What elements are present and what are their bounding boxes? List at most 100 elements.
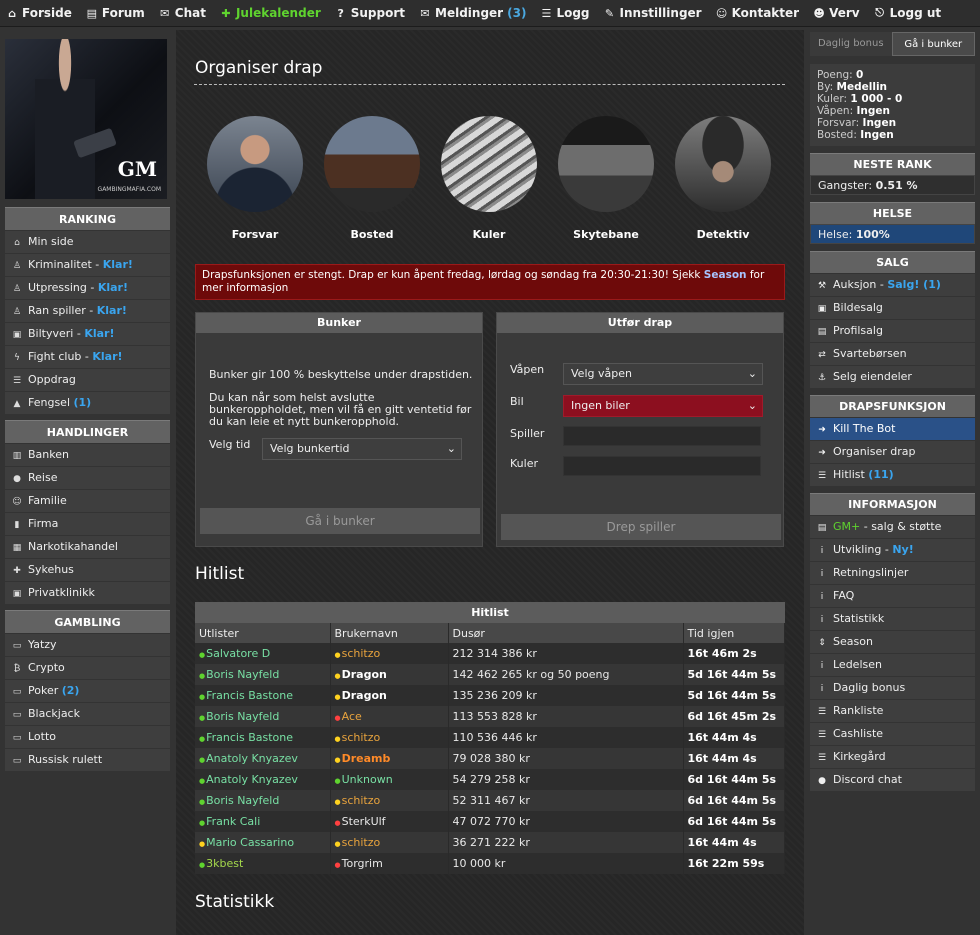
- menu-item-reise[interactable]: ● Reise: [5, 467, 170, 489]
- utlister-link[interactable]: Anatoly Knyazev: [206, 773, 298, 786]
- menu-item-kill-the-bot[interactable]: ➜ Kill The Bot: [810, 418, 975, 440]
- nav-innstillinger[interactable]: ✎ Innstillinger: [604, 6, 702, 20]
- brukernavn-link[interactable]: schitzo: [342, 794, 381, 807]
- utlister-link[interactable]: Frank Cali: [206, 815, 260, 828]
- menu-item-utvikling[interactable]: i Utvikling - Ny!: [810, 539, 975, 561]
- menu-item-crypto[interactable]: ₿ Crypto: [5, 657, 170, 679]
- season-link[interactable]: Season: [704, 269, 747, 281]
- circle-skytebane[interactable]: Skytebane: [558, 116, 654, 241]
- brukernavn-link[interactable]: Unknown: [342, 773, 393, 786]
- brukernavn-link[interactable]: schitzo: [342, 647, 381, 660]
- menu-item-firma[interactable]: ▮ Firma: [5, 513, 170, 535]
- utlister-link[interactable]: Francis Bastone: [206, 689, 293, 702]
- nav-support[interactable]: ? Support: [335, 6, 405, 20]
- menu-item-blackjack[interactable]: ▭ Blackjack: [5, 703, 170, 725]
- menu-item-selg-eiendeler[interactable]: ⚓ Selg eiendeler: [810, 366, 975, 388]
- brukernavn-link[interactable]: Dragon: [342, 689, 387, 702]
- circle-bosted[interactable]: Bosted: [324, 116, 420, 241]
- nav-logg[interactable]: ☰ Logg: [540, 6, 590, 20]
- menu-item-kriminalitet[interactable]: ♙ Kriminalitet - Klar!: [5, 254, 170, 276]
- utlister-link[interactable]: Anatoly Knyazev: [206, 752, 298, 765]
- go-bunker-tab[interactable]: Gå i bunker: [891, 32, 975, 56]
- col-utlister: Utlister: [195, 623, 331, 643]
- closed-alert: Drapsfunksjonen er stengt. Drap er kun å…: [195, 264, 785, 300]
- go-bunker-button[interactable]: Gå i bunker: [200, 508, 480, 534]
- alert-text: Drapsfunksjonen er stengt. Drap er kun å…: [202, 269, 704, 281]
- menu-item-utpressing[interactable]: ♙ Utpressing - Klar!: [5, 277, 170, 299]
- stat-line: Kuler: 1 000 - 0: [817, 93, 968, 105]
- menu-item-kirkegård[interactable]: ☰ Kirkegård: [810, 746, 975, 768]
- menu-item-oppdrag[interactable]: ☰ Oppdrag: [5, 369, 170, 391]
- game-logo[interactable]: GM GAMBINGMAFIA.COM: [5, 39, 167, 199]
- menu-item-svartebørsen[interactable]: ⇄ Svartebørsen: [810, 343, 975, 365]
- brukernavn-link[interactable]: SterkUlf: [342, 815, 386, 828]
- circle-forsvar[interactable]: Forsvar: [207, 116, 303, 241]
- menu-item-ledelsen[interactable]: i Ledelsen: [810, 654, 975, 676]
- cell-utlister: ●Frank Cali: [195, 811, 331, 832]
- bullets-input[interactable]: [563, 456, 761, 476]
- player-input[interactable]: [563, 426, 761, 446]
- bunker-time-select[interactable]: Velg bunkertid ⌄: [262, 438, 462, 460]
- menu-item-biltyveri[interactable]: ▣ Biltyveri - Klar!: [5, 323, 170, 345]
- nav-kontakter[interactable]: ☺ Kontakter: [716, 6, 799, 20]
- menu-item-organiser-drap[interactable]: ➜ Organiser drap: [810, 441, 975, 463]
- brukernavn-link[interactable]: Ace: [342, 710, 362, 723]
- menu-item-narkotikahandel[interactable]: ▦ Narkotikahandel: [5, 536, 170, 558]
- menu-item-min-side[interactable]: ⌂ Min side: [5, 231, 170, 253]
- menu-item-profilsalg[interactable]: ▤ Profilsalg: [810, 320, 975, 342]
- menu-item-season[interactable]: ⇕ Season: [810, 631, 975, 653]
- nav-logg-ut[interactable]: ⎋ Logg ut: [874, 6, 941, 20]
- menu-item-bildesalg[interactable]: ▣ Bildesalg: [810, 297, 975, 319]
- kill-player-button[interactable]: Drep spiller: [501, 514, 781, 540]
- menu-item-banken[interactable]: ▥ Banken: [5, 444, 170, 466]
- utlister-link[interactable]: Boris Nayfeld: [206, 794, 279, 807]
- menu-item-rankliste[interactable]: ☰ Rankliste: [810, 700, 975, 722]
- menu-item-gm[interactable]: ▤ GM+ - salg & støtte: [810, 516, 975, 538]
- menu-item-hitlist[interactable]: ☰ Hitlist (11): [810, 464, 975, 486]
- utlister-link[interactable]: 3kbest: [206, 857, 243, 870]
- nav-forside[interactable]: ⌂ Forside: [6, 6, 72, 20]
- cell-utlister: ●Anatoly Knyazev: [195, 748, 331, 769]
- menu-item-ran-spiller[interactable]: ♙ Ran spiller - Klar!: [5, 300, 170, 322]
- brukernavn-link[interactable]: schitzo: [342, 731, 381, 744]
- brukernavn-link[interactable]: Dragon: [342, 668, 387, 681]
- menu-item-discord-chat[interactable]: ● Discord chat: [810, 769, 975, 791]
- brukernavn-link[interactable]: Dreamb: [342, 752, 391, 765]
- menu-item-faq[interactable]: i FAQ: [810, 585, 975, 607]
- menu-item-auksjon[interactable]: ⚒ Auksjon - Salg! (1): [810, 274, 975, 296]
- utlister-link[interactable]: Salvatore D: [206, 647, 270, 660]
- menu-item-daglig-bonus[interactable]: i Daglig bonus: [810, 677, 975, 699]
- car-select[interactable]: Ingen biler ⌄: [563, 395, 763, 417]
- menu-item-status: Klar!: [96, 304, 127, 317]
- nav-verv[interactable]: ☻ Verv: [813, 6, 859, 20]
- menu-item-fengsel[interactable]: ▲ Fengsel (1): [5, 392, 170, 414]
- weapon-select[interactable]: Velg våpen ⌄: [563, 363, 763, 385]
- circle-detektiv[interactable]: Detektiv: [675, 116, 771, 241]
- menu-item-label: Banken: [28, 448, 69, 461]
- nav-julekalender[interactable]: ✚ Julekalender: [220, 6, 321, 20]
- brukernavn-link[interactable]: schitzo: [342, 836, 381, 849]
- menu-item-poker[interactable]: ▭ Poker (2): [5, 680, 170, 702]
- nav-forum[interactable]: ▤ Forum: [86, 6, 145, 20]
- menu-item-yatzy[interactable]: ▭ Yatzy: [5, 634, 170, 656]
- menu-item-privatklinikk[interactable]: ▣ Privatklinikk: [5, 582, 170, 604]
- menu-item-statistikk[interactable]: i Statistikk: [810, 608, 975, 630]
- menu-item-familie[interactable]: ☺ Familie: [5, 490, 170, 512]
- utlister-link[interactable]: Francis Bastone: [206, 731, 293, 744]
- nav-label: Julekalender: [235, 6, 321, 20]
- brukernavn-link[interactable]: Torgrim: [342, 857, 383, 870]
- utlister-link[interactable]: Boris Nayfeld: [206, 710, 279, 723]
- nav-chat[interactable]: ✉ Chat: [159, 6, 206, 20]
- menu-item-lotto[interactable]: ▭ Lotto: [5, 726, 170, 748]
- nav-meldinger[interactable]: ✉ Meldinger (3): [419, 6, 526, 20]
- daily-bonus-tab[interactable]: Daglig bonus: [810, 32, 892, 56]
- menu-item-cashliste[interactable]: ☰ Cashliste: [810, 723, 975, 745]
- menu-item-russisk-rulett[interactable]: ▭ Russisk rulett: [5, 749, 170, 771]
- utlister-link[interactable]: Mario Cassarino: [206, 836, 294, 849]
- menu-item-fight-club[interactable]: ϟ Fight club - Klar!: [5, 346, 170, 368]
- menu-item-retningslinjer[interactable]: i Retningslinjer: [810, 562, 975, 584]
- utlister-link[interactable]: Boris Nayfeld: [206, 668, 279, 681]
- menu-item-sykehus[interactable]: ✚ Sykehus: [5, 559, 170, 581]
- circle-kuler[interactable]: Kuler: [441, 116, 537, 241]
- bunker-time-value: Velg bunkertid: [270, 442, 350, 455]
